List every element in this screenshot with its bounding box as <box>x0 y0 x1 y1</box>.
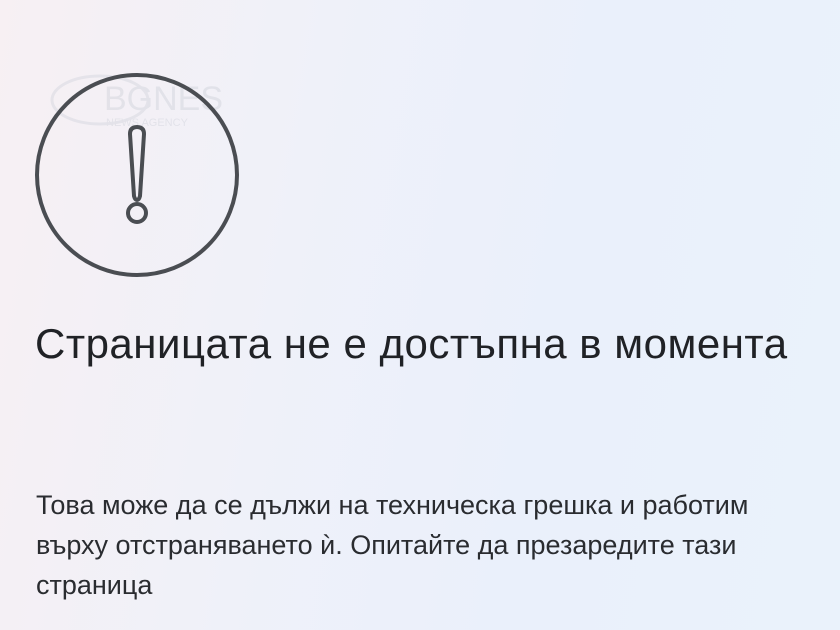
exclamation-circle-icon <box>34 72 240 278</box>
error-message: Това може да се дължи на техническа греш… <box>36 490 749 600</box>
page-title: Страницата не е достъпна в момента <box>35 320 788 367</box>
